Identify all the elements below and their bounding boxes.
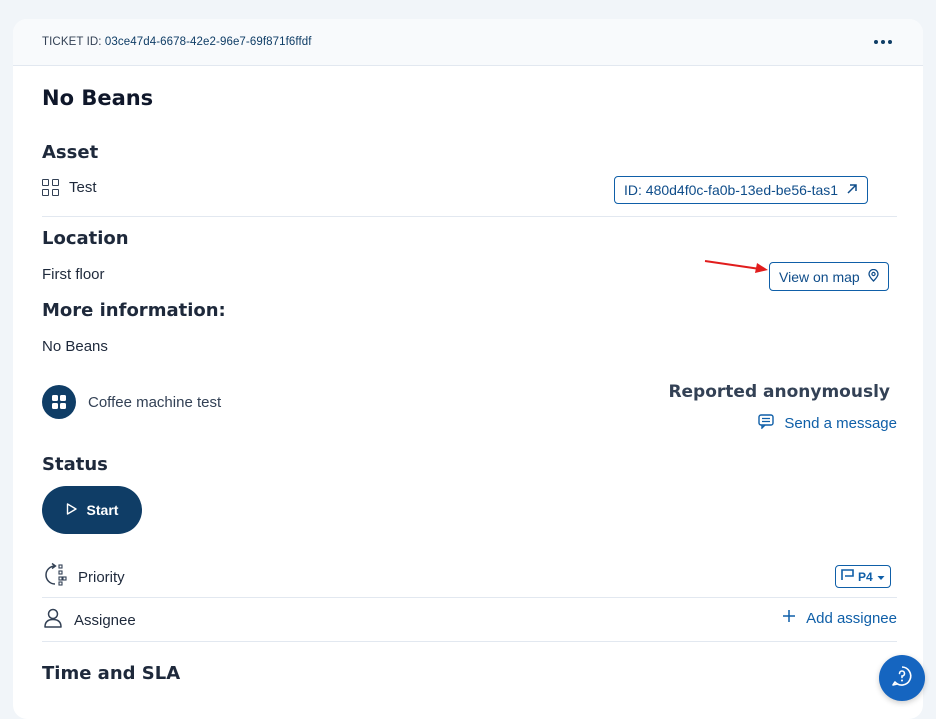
reported-anonymously: Reported anonymously	[668, 382, 890, 402]
priority-dropdown[interactable]: P4	[835, 565, 891, 588]
external-link-arrow-icon	[846, 182, 858, 198]
start-label: Start	[86, 502, 119, 518]
assignee-row: Assignee	[42, 607, 136, 633]
play-icon	[66, 502, 77, 518]
reporter-name: Coffee machine test	[88, 393, 222, 411]
avatar	[42, 385, 76, 419]
priority-label: Priority	[78, 568, 125, 586]
annotation-arrow-icon	[704, 260, 768, 273]
add-assignee-label: Add assignee	[806, 609, 897, 627]
more-horizontal-icon[interactable]	[869, 32, 897, 52]
location-value: First floor	[42, 266, 105, 283]
help-icon	[891, 665, 913, 692]
send-message-link[interactable]: Send a message	[758, 414, 897, 433]
more-info-heading: More information:	[42, 300, 226, 321]
ticket-id: TICKET ID: 03ce47d4-6678-42e2-96e7-69f87…	[42, 36, 312, 48]
view-on-map-button[interactable]: View on map	[769, 262, 889, 291]
assignee-label: Assignee	[74, 611, 136, 629]
map-pin-icon	[868, 268, 879, 285]
status-heading: Status	[42, 454, 108, 475]
ticket-id-label: TICKET ID:	[42, 36, 102, 48]
asset-id-button[interactable]: ID: 480d4f0c-fa0b-13ed-be56-tas1	[614, 176, 869, 204]
ticket-title: No Beans	[42, 86, 154, 110]
view-on-map-label: View on map	[779, 268, 860, 285]
asset-name: Test	[69, 179, 97, 196]
ticket-id-value: 03ce47d4-6678-42e2-96e7-69f871f6ffdf	[104, 36, 312, 48]
message-icon	[758, 414, 775, 433]
asset-heading: Asset	[42, 142, 99, 163]
add-assignee-button[interactable]: Add assignee	[782, 609, 897, 627]
help-button[interactable]	[879, 655, 925, 701]
priority-row: Priority	[42, 562, 125, 592]
time-sla-heading: Time and SLA	[42, 663, 181, 684]
user-icon	[42, 607, 64, 633]
divider	[42, 597, 897, 598]
grid-icon	[42, 179, 59, 196]
chevron-down-icon	[877, 570, 885, 584]
plus-icon	[782, 609, 796, 627]
start-button[interactable]: Start	[42, 486, 142, 534]
priority-icon	[42, 562, 68, 592]
reporter: Coffee machine test	[42, 385, 221, 419]
more-info-value: No Beans	[42, 338, 108, 355]
ticket-header: TICKET ID: 03ce47d4-6678-42e2-96e7-69f87…	[13, 19, 923, 66]
ticket-card: TICKET ID: 03ce47d4-6678-42e2-96e7-69f87…	[13, 19, 923, 719]
asset-id-label: ID: 480d4f0c-fa0b-13ed-be56-tas1	[624, 182, 839, 198]
asset-row: Test	[42, 179, 97, 196]
send-message-label: Send a message	[784, 415, 897, 432]
divider	[42, 216, 897, 217]
divider	[42, 641, 897, 642]
location-heading: Location	[42, 228, 129, 249]
priority-value: P4	[858, 569, 873, 584]
flag-icon	[841, 569, 854, 584]
